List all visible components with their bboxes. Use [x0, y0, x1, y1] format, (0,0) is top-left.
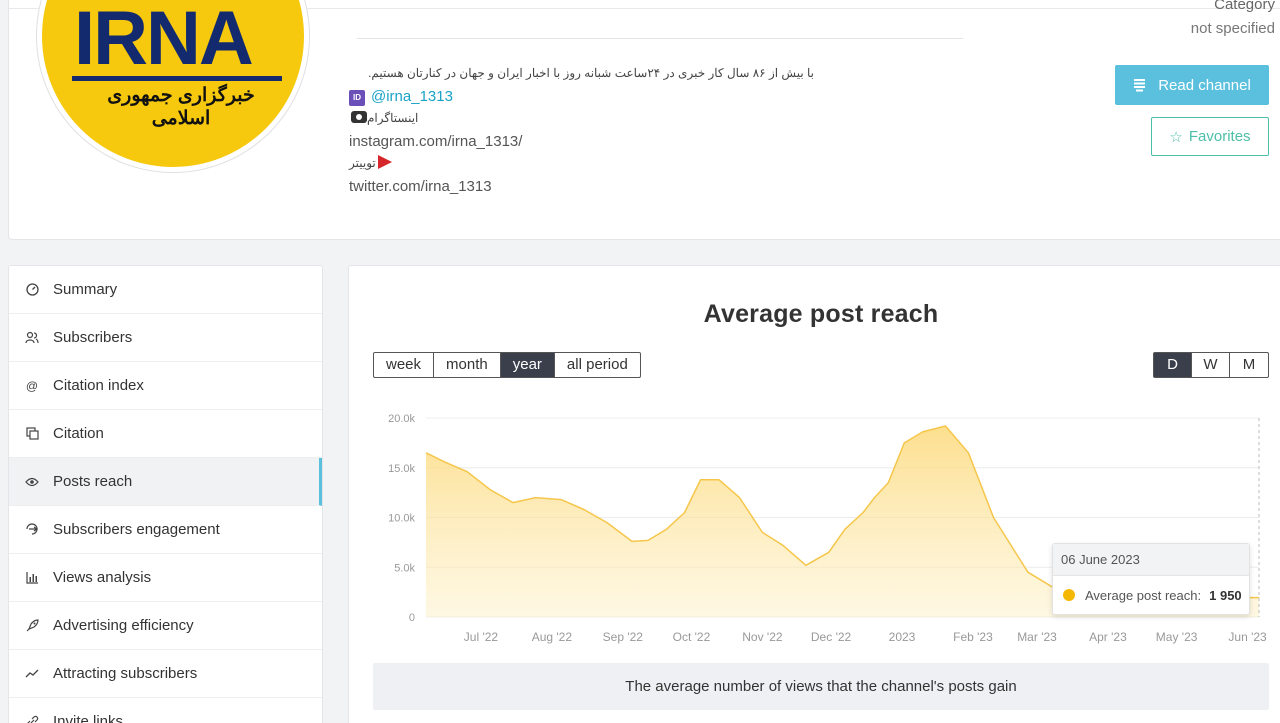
chart-title: Average post reach [703, 300, 939, 328]
x-tick-label: Mar '23 [1017, 630, 1057, 644]
username-link[interactable]: @irna_1313 [371, 88, 453, 105]
scale-week-button[interactable]: W [1192, 353, 1230, 377]
sidebar-item-label: Summary [53, 281, 118, 298]
sidebar-item-label: Subscribers [53, 329, 133, 346]
megaphone-icon [377, 155, 392, 169]
eye-icon [25, 475, 39, 489]
y-tick-label: 20.0k [388, 413, 415, 425]
sidebar-item-subscribers-engagement[interactable]: Subscribers engagement [9, 506, 322, 554]
scale-month-button[interactable]: M [1230, 353, 1268, 377]
sidebar-item-posts-reach[interactable]: Posts reach [9, 458, 322, 506]
sidebar-item-advertising-efficiency[interactable]: Advertising efficiency [9, 602, 322, 650]
twitter-url[interactable]: twitter.com/irna_1313 [349, 178, 492, 195]
chart-card: Average post reach week month year all p… [348, 265, 1280, 723]
x-tick-label: Oct '22 [673, 630, 711, 644]
category-value: not specified [1190, 20, 1275, 37]
x-tick-label: Dec '22 [811, 630, 852, 644]
scale-day-button[interactable]: D [1154, 353, 1192, 377]
quote-icon [25, 427, 39, 441]
sidebar-item-citation-index[interactable]: @ Citation index [9, 362, 322, 410]
description-line-2: ID @irna_1313 [349, 88, 453, 106]
list-icon [1134, 79, 1146, 92]
period-selector: week month year all period [373, 352, 641, 378]
instagram-label: اینستاگرام [367, 111, 419, 125]
sidebar-item-subscribers[interactable]: Subscribers [9, 314, 322, 362]
star-icon: ☆ [1169, 128, 1183, 146]
tooltip-row: Average post reach: 1 950 [1053, 576, 1249, 614]
stats-sidebar: Summary Subscribers @ Citation index Cit… [8, 265, 323, 723]
sidebar-item-attracting-subscribers[interactable]: Attracting subscribers [9, 650, 322, 698]
y-tick-label: 5.0k [394, 562, 415, 574]
channel-header-card: IRNA خبرگزاری جمهوری اسلامی با بیش از ۸۶… [8, 0, 1280, 240]
scale-selector: D W M [1153, 352, 1269, 378]
series-dot-icon [1063, 589, 1075, 601]
tooltip-value: 1 950 [1209, 587, 1242, 603]
x-tick-label: Jun '23 [1228, 630, 1267, 644]
x-tick-label: May '23 [1156, 630, 1198, 644]
description-line-6: twitter.com/irna_1313 [349, 178, 492, 195]
period-month-button[interactable]: month [434, 353, 501, 377]
favorites-button[interactable]: ☆ Favorites [1151, 117, 1269, 156]
x-tick-label: 2023 [889, 630, 916, 644]
sidebar-item-label: Views analysis [53, 569, 152, 586]
tooltip-label: Average post reach: [1085, 587, 1202, 603]
sidebar-item-label: Advertising efficiency [53, 617, 194, 634]
id-icon: ID [349, 90, 365, 106]
sidebar-item-citation[interactable]: Citation [9, 410, 322, 458]
read-channel-label: Read channel [1158, 76, 1251, 94]
users-icon [25, 331, 39, 345]
tooltip-date: 06 June 2023 [1053, 544, 1249, 576]
chart-tooltip: 06 June 2023 Average post reach: 1 950 [1052, 543, 1250, 615]
y-tick-label: 15.0k [388, 463, 415, 475]
description-line-1: با بیش از ۸۶ سال کار خبری در ۲۴ساعت شبان… [368, 66, 814, 80]
sidebar-item-label: Posts reach [53, 473, 133, 490]
description-line-5: توییتر [349, 155, 392, 170]
favorites-label: Favorites [1188, 128, 1251, 145]
description-line-4: instagram.com/irna_1313/ [349, 133, 522, 150]
sidebar-item-views-analysis[interactable]: Views analysis [9, 554, 322, 602]
at-icon: @ [25, 378, 39, 393]
description-divider [357, 38, 963, 39]
chart-caption: The average number of views that the cha… [373, 663, 1269, 710]
x-tick-label: Apr '23 [1089, 630, 1127, 644]
period-week-button[interactable]: week [374, 353, 435, 377]
sidebar-item-label: Citation index [53, 377, 144, 394]
read-channel-button[interactable]: Read channel [1115, 65, 1269, 105]
x-tick-label: Nov '22 [742, 630, 783, 644]
rocket-icon [25, 619, 39, 633]
twitter-label: توییتر [349, 156, 376, 170]
sidebar-item-label: Invite links [53, 713, 124, 723]
sidebar-item-invite-links[interactable]: Invite links [9, 698, 322, 723]
sidebar-item-summary[interactable]: Summary [9, 266, 322, 314]
engagement-icon [25, 523, 39, 537]
sidebar-item-label: Subscribers engagement [53, 521, 220, 538]
sidebar-item-label: Citation [53, 425, 104, 442]
channel-logo: IRNA خبرگزاری جمهوری اسلامی [37, 0, 309, 172]
camera-icon [351, 111, 367, 123]
x-tick-label: Feb '23 [953, 630, 993, 644]
y-tick-label: 10.0k [388, 513, 415, 525]
x-tick-label: Sep '22 [603, 630, 644, 644]
trend-icon [25, 667, 39, 681]
category-label: Category [1214, 0, 1275, 13]
bar-chart-icon [25, 571, 39, 585]
period-all-button[interactable]: all period [555, 353, 640, 377]
logo-title: IRNA [74, 0, 254, 81]
x-tick-label: Aug '22 [532, 630, 573, 644]
y-tick-label: 0 [409, 612, 415, 624]
x-tick-label: Jul '22 [464, 630, 499, 644]
logo-subtitle: خبرگزاری جمهوری اسلامی [107, 85, 255, 129]
instagram-url[interactable]: instagram.com/irna_1313/ [349, 133, 522, 150]
period-year-button[interactable]: year [500, 353, 555, 377]
description-line-3: اینستاگرام [349, 111, 418, 125]
logo-underline [72, 76, 282, 81]
sidebar-item-label: Attracting subscribers [53, 665, 198, 682]
gauge-icon [25, 283, 39, 297]
link-icon [25, 715, 39, 723]
